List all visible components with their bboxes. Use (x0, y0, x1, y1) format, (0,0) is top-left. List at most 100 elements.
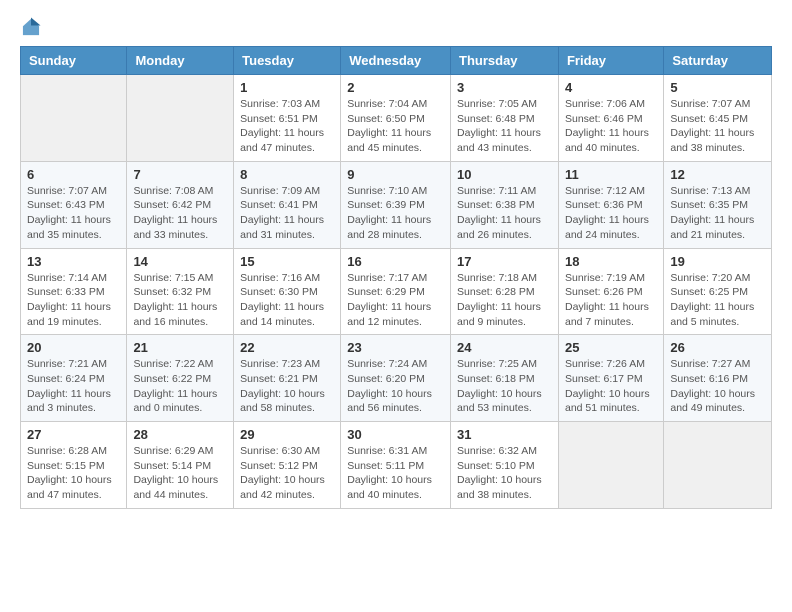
day-info: Sunrise: 7:13 AM Sunset: 6:35 PM Dayligh… (670, 184, 765, 243)
day-number: 7 (133, 167, 227, 182)
calendar-cell: 18Sunrise: 7:19 AM Sunset: 6:26 PM Dayli… (558, 248, 663, 335)
calendar-cell: 9Sunrise: 7:10 AM Sunset: 6:39 PM Daylig… (341, 161, 451, 248)
day-number: 2 (347, 80, 444, 95)
day-info: Sunrise: 7:07 AM Sunset: 6:43 PM Dayligh… (27, 184, 120, 243)
calendar-cell: 12Sunrise: 7:13 AM Sunset: 6:35 PM Dayli… (664, 161, 772, 248)
day-info: Sunrise: 7:05 AM Sunset: 6:48 PM Dayligh… (457, 97, 552, 156)
day-header-thursday: Thursday (451, 47, 559, 75)
day-number: 21 (133, 340, 227, 355)
calendar-cell (558, 422, 663, 509)
day-info: Sunrise: 7:04 AM Sunset: 6:50 PM Dayligh… (347, 97, 444, 156)
day-info: Sunrise: 7:23 AM Sunset: 6:21 PM Dayligh… (240, 357, 334, 416)
day-header-wednesday: Wednesday (341, 47, 451, 75)
calendar-cell: 4 Sunrise: 7:06 AM Sunset: 6:46 PM Daylig… (558, 75, 663, 162)
day-info: Sunrise: 7:21 AM Sunset: 6:24 PM Dayligh… (27, 357, 120, 416)
day-number: 5 (670, 80, 765, 95)
calendar-week-3: 13 Sunrise: 7:14 AM Sunset: 6:33 PM Dayli… (21, 248, 772, 335)
day-number: 31 (457, 427, 552, 442)
day-number: 22 (240, 340, 334, 355)
day-number: 29 (240, 427, 334, 442)
day-info: Sunrise: 7:24 AM Sunset: 6:20 PM Dayligh… (347, 357, 444, 416)
day-header-saturday: Saturday (664, 47, 772, 75)
calendar-week-5: 27Sunrise: 6:28 AM Sunset: 5:15 PM Dayli… (21, 422, 772, 509)
day-number: 14 (133, 254, 227, 269)
day-info: Sunrise: 6:31 AM Sunset: 5:11 PM Dayligh… (347, 444, 444, 503)
day-number: 13 (27, 254, 120, 269)
calendar-cell: 5 Sunrise: 7:07 AM Sunset: 6:45 PM Daylig… (664, 75, 772, 162)
page-header (20, 16, 772, 38)
calendar-cell (127, 75, 234, 162)
calendar-week-1: 1 Sunrise: 7:03 AM Sunset: 6:51 PM Daylig… (21, 75, 772, 162)
calendar-cell: 13 Sunrise: 7:14 AM Sunset: 6:33 PM Dayli… (21, 248, 127, 335)
day-info: Sunrise: 7:15 AM Sunset: 6:32 PM Dayligh… (133, 271, 227, 330)
day-info: Sunrise: 7:17 AM Sunset: 6:29 PM Dayligh… (347, 271, 444, 330)
calendar-cell: 15Sunrise: 7:16 AM Sunset: 6:30 PM Dayli… (234, 248, 341, 335)
calendar-cell: 11 Sunrise: 7:12 AM Sunset: 6:36 PM Dayli… (558, 161, 663, 248)
day-header-sunday: Sunday (21, 47, 127, 75)
calendar-cell: 28 Sunrise: 6:29 AM Sunset: 5:14 PM Dayli… (127, 422, 234, 509)
calendar-cell: 24 Sunrise: 7:25 AM Sunset: 6:18 PM Dayli… (451, 335, 559, 422)
calendar-cell: 2 Sunrise: 7:04 AM Sunset: 6:50 PM Daylig… (341, 75, 451, 162)
day-number: 27 (27, 427, 120, 442)
day-number: 16 (347, 254, 444, 269)
day-header-friday: Friday (558, 47, 663, 75)
calendar-cell: 31 Sunrise: 6:32 AM Sunset: 5:10 PM Dayli… (451, 422, 559, 509)
calendar-week-2: 6 Sunrise: 7:07 AM Sunset: 6:43 PM Daylig… (21, 161, 772, 248)
calendar-cell: 20 Sunrise: 7:21 AM Sunset: 6:24 PM Dayli… (21, 335, 127, 422)
calendar-week-4: 20 Sunrise: 7:21 AM Sunset: 6:24 PM Dayli… (21, 335, 772, 422)
day-number: 23 (347, 340, 444, 355)
calendar-cell: 14 Sunrise: 7:15 AM Sunset: 6:32 PM Dayli… (127, 248, 234, 335)
day-info: Sunrise: 7:06 AM Sunset: 6:46 PM Dayligh… (565, 97, 657, 156)
day-header-tuesday: Tuesday (234, 47, 341, 75)
day-info: Sunrise: 6:29 AM Sunset: 5:14 PM Dayligh… (133, 444, 227, 503)
day-number: 9 (347, 167, 444, 182)
calendar-cell: 10Sunrise: 7:11 AM Sunset: 6:38 PM Dayli… (451, 161, 559, 248)
day-info: Sunrise: 7:09 AM Sunset: 6:41 PM Dayligh… (240, 184, 334, 243)
calendar-header-row: SundayMondayTuesdayWednesdayThursdayFrid… (21, 47, 772, 75)
day-info: Sunrise: 7:27 AM Sunset: 6:16 PM Dayligh… (670, 357, 765, 416)
day-info: Sunrise: 6:32 AM Sunset: 5:10 PM Dayligh… (457, 444, 552, 503)
day-info: Sunrise: 7:08 AM Sunset: 6:42 PM Dayligh… (133, 184, 227, 243)
day-number: 30 (347, 427, 444, 442)
day-number: 25 (565, 340, 657, 355)
day-number: 18 (565, 254, 657, 269)
calendar-cell: 1 Sunrise: 7:03 AM Sunset: 6:51 PM Daylig… (234, 75, 341, 162)
day-number: 24 (457, 340, 552, 355)
calendar-cell: 23 Sunrise: 7:24 AM Sunset: 6:20 PM Dayli… (341, 335, 451, 422)
calendar-cell: 3 Sunrise: 7:05 AM Sunset: 6:48 PM Daylig… (451, 75, 559, 162)
day-number: 3 (457, 80, 552, 95)
day-info: Sunrise: 7:14 AM Sunset: 6:33 PM Dayligh… (27, 271, 120, 330)
day-number: 8 (240, 167, 334, 182)
calendar-cell: 6 Sunrise: 7:07 AM Sunset: 6:43 PM Daylig… (21, 161, 127, 248)
day-info: Sunrise: 7:22 AM Sunset: 6:22 PM Dayligh… (133, 357, 227, 416)
calendar-cell (664, 422, 772, 509)
day-number: 28 (133, 427, 227, 442)
calendar-cell: 22 Sunrise: 7:23 AM Sunset: 6:21 PM Dayli… (234, 335, 341, 422)
day-info: Sunrise: 7:18 AM Sunset: 6:28 PM Dayligh… (457, 271, 552, 330)
day-number: 10 (457, 167, 552, 182)
day-number: 17 (457, 254, 552, 269)
calendar-cell: 17 Sunrise: 7:18 AM Sunset: 6:28 PM Dayli… (451, 248, 559, 335)
calendar-cell (21, 75, 127, 162)
day-number: 6 (27, 167, 120, 182)
calendar-cell: 8 Sunrise: 7:09 AM Sunset: 6:41 PM Daylig… (234, 161, 341, 248)
day-info: Sunrise: 7:25 AM Sunset: 6:18 PM Dayligh… (457, 357, 552, 416)
calendar-cell: 26 Sunrise: 7:27 AM Sunset: 6:16 PM Dayli… (664, 335, 772, 422)
day-info: Sunrise: 7:07 AM Sunset: 6:45 PM Dayligh… (670, 97, 765, 156)
calendar-cell: 16 Sunrise: 7:17 AM Sunset: 6:29 PM Dayli… (341, 248, 451, 335)
day-number: 20 (27, 340, 120, 355)
day-info: Sunrise: 7:26 AM Sunset: 6:17 PM Dayligh… (565, 357, 657, 416)
day-info: Sunrise: 7:20 AM Sunset: 6:25 PM Dayligh… (670, 271, 765, 330)
calendar-cell: 7 Sunrise: 7:08 AM Sunset: 6:42 PM Daylig… (127, 161, 234, 248)
day-info: Sunrise: 7:12 AM Sunset: 6:36 PM Dayligh… (565, 184, 657, 243)
day-info: Sunrise: 7:03 AM Sunset: 6:51 PM Dayligh… (240, 97, 334, 156)
day-info: Sunrise: 6:30 AM Sunset: 5:12 PM Dayligh… (240, 444, 334, 503)
logo-icon (20, 16, 42, 38)
day-number: 1 (240, 80, 334, 95)
calendar-table: SundayMondayTuesdayWednesdayThursdayFrid… (20, 46, 772, 509)
calendar-cell: 29 Sunrise: 6:30 AM Sunset: 5:12 PM Dayli… (234, 422, 341, 509)
day-number: 26 (670, 340, 765, 355)
day-number: 11 (565, 167, 657, 182)
day-number: 4 (565, 80, 657, 95)
day-number: 15 (240, 254, 334, 269)
